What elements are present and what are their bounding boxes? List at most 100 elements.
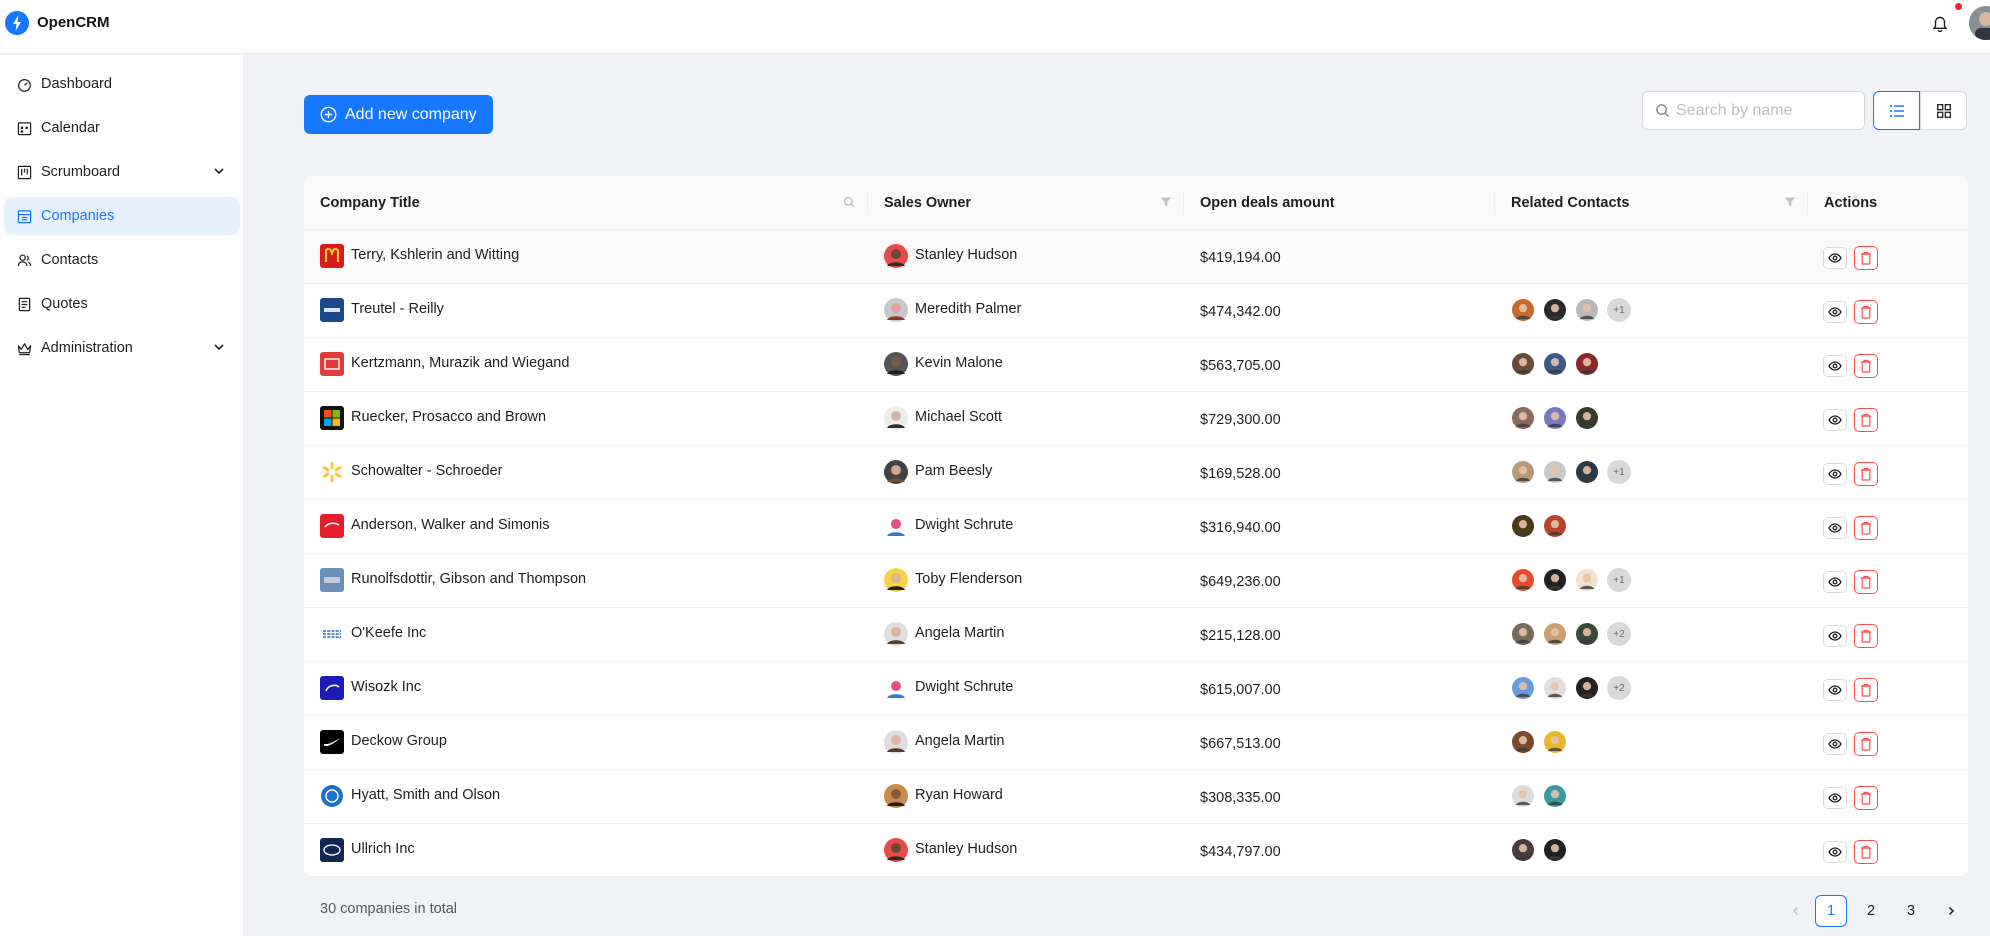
grid-view-button[interactable] [1920,91,1967,130]
owner-avatar [884,838,908,862]
project-icon [16,164,32,180]
sidebar-item-companies[interactable]: Companies [4,197,240,235]
contact-avatar[interactable] [1575,622,1599,646]
contact-avatar[interactable] [1511,352,1535,376]
eye-icon [1828,307,1842,317]
owner-name: Dwight Schrute [915,517,1014,533]
table-row: Runolfsdottir, Gibson and Thompson Toby F… [304,554,1968,608]
delete-button[interactable] [1854,678,1878,702]
delete-button[interactable] [1854,354,1878,378]
page-1-button[interactable]: 1 [1815,895,1847,927]
contact-avatar[interactable] [1575,568,1599,592]
view-button[interactable] [1823,733,1847,755]
more-contacts-badge[interactable]: +1 [1607,460,1631,484]
contact-avatar[interactable] [1511,406,1535,430]
related-contacts [1511,514,1575,540]
contact-avatar[interactable] [1575,460,1599,484]
eye-icon [1828,361,1842,371]
filter-icon[interactable] [1784,196,1796,208]
view-button[interactable] [1823,841,1847,863]
eye-icon [1828,523,1842,533]
sidebar-item-dashboard[interactable]: Dashboard [4,65,240,103]
more-contacts-badge[interactable]: +2 [1607,622,1631,646]
delete-button[interactable] [1854,732,1878,756]
view-button[interactable] [1823,571,1847,593]
contact-avatar[interactable] [1575,676,1599,700]
open-deals-amount: $308,335.00 [1200,790,1281,806]
delete-button[interactable] [1854,786,1878,810]
more-contacts-badge[interactable]: +1 [1607,298,1631,322]
contact-avatar[interactable] [1543,622,1567,646]
related-contacts [1511,730,1575,756]
search-icon[interactable] [843,196,855,208]
view-button[interactable] [1823,625,1847,647]
user-avatar[interactable] [1969,6,1990,40]
sidebar-item-administration[interactable]: Administration [4,329,240,367]
contact-avatar[interactable] [1511,784,1535,808]
sidebar-item-contacts[interactable]: Contacts [4,241,240,279]
search-input[interactable] [1676,101,1856,120]
sidebar-item-scrumboard[interactable]: Scrumboard [4,153,240,191]
contact-avatar[interactable] [1543,406,1567,430]
page-3-button[interactable]: 3 [1895,895,1927,927]
add-company-button[interactable]: Add new company [304,95,493,134]
contact-avatar[interactable] [1543,676,1567,700]
column-separator [1183,192,1184,214]
contact-avatar[interactable] [1543,784,1567,808]
eye-icon [1828,253,1842,263]
contact-avatar[interactable] [1511,838,1535,862]
next-page-button[interactable] [1935,895,1967,927]
company-logo [320,784,344,808]
sidebar-item-label: Dashboard [41,76,112,92]
filter-icon[interactable] [1160,196,1172,208]
more-contacts-badge[interactable]: +1 [1607,568,1631,592]
contact-avatar[interactable] [1575,406,1599,430]
prev-page-button[interactable] [1780,895,1812,927]
more-contacts-badge[interactable]: +2 [1607,676,1631,700]
company-name: Hyatt, Smith and Olson [351,787,501,803]
view-button[interactable] [1823,409,1847,431]
search-icon [1656,104,1670,118]
contact-avatar[interactable] [1575,352,1599,376]
delete-button[interactable] [1854,516,1878,540]
view-button[interactable] [1823,355,1847,377]
view-button[interactable] [1823,787,1847,809]
contact-avatar[interactable] [1511,730,1535,754]
delete-button[interactable] [1854,300,1878,324]
sidebar-item-label: Administration [41,340,133,356]
contact-avatar[interactable] [1543,568,1567,592]
delete-button[interactable] [1854,624,1878,648]
contact-avatar[interactable] [1543,460,1567,484]
contact-avatar[interactable] [1511,622,1535,646]
delete-button[interactable] [1854,462,1878,486]
contact-avatar[interactable] [1543,514,1567,538]
delete-button[interactable] [1854,840,1878,864]
list-view-button[interactable] [1873,91,1920,130]
contact-avatar[interactable] [1543,352,1567,376]
add-company-label: Add new company [345,105,477,123]
view-button[interactable] [1823,679,1847,701]
notifications-button[interactable] [1924,8,1956,40]
contact-avatar[interactable] [1511,676,1535,700]
delete-button[interactable] [1854,246,1878,270]
view-button[interactable] [1823,463,1847,485]
view-button[interactable] [1823,301,1847,323]
company-name: O'Keefe Inc [351,625,427,641]
contact-avatar[interactable] [1543,838,1567,862]
contact-avatar[interactable] [1575,298,1599,322]
view-button[interactable] [1823,517,1847,539]
sidebar-item-quotes[interactable]: Quotes [4,285,240,323]
search-field[interactable] [1642,91,1865,130]
sidebar: Dashboard Calendar Scrumboard Companies … [0,55,244,936]
delete-button[interactable] [1854,570,1878,594]
contact-avatar[interactable] [1543,298,1567,322]
contact-avatar[interactable] [1511,460,1535,484]
contact-avatar[interactable] [1543,730,1567,754]
delete-button[interactable] [1854,408,1878,432]
contact-avatar[interactable] [1511,514,1535,538]
sidebar-item-calendar[interactable]: Calendar [4,109,240,147]
contact-avatar[interactable] [1511,298,1535,322]
contact-avatar[interactable] [1511,568,1535,592]
view-button[interactable] [1823,247,1847,269]
page-2-button[interactable]: 2 [1855,895,1887,927]
